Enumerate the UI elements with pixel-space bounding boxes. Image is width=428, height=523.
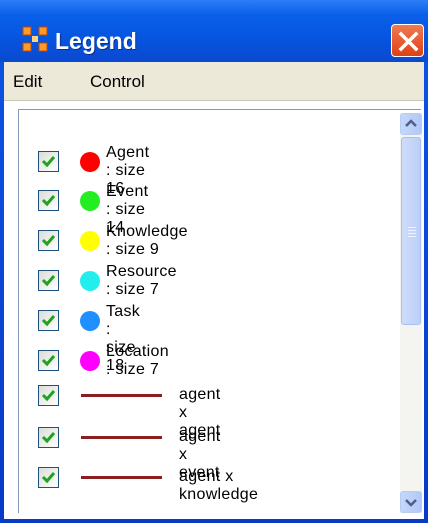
close-icon [398, 31, 419, 52]
legend-node-label: Location : size 7 [106, 343, 169, 378]
link-line-swatch [81, 436, 162, 439]
checkmark-icon [41, 390, 56, 402]
node-color-dot [80, 311, 100, 331]
node-color-dot [80, 351, 100, 371]
node-color-dot [80, 231, 100, 251]
checkmark-icon [41, 432, 56, 444]
legend-checkbox[interactable] [38, 427, 59, 448]
menu-edit[interactable]: Edit [13, 72, 42, 92]
four-dots-icon [22, 26, 48, 52]
legend-checkbox[interactable] [38, 385, 59, 406]
thumb-grip [408, 227, 416, 228]
legend-node-label: Knowledge : size 9 [106, 223, 188, 258]
scroll-up-button[interactable] [400, 113, 422, 135]
title-bar[interactable]: Legend [0, 0, 428, 62]
node-color-dot [80, 271, 100, 291]
legend-checkbox[interactable] [38, 151, 59, 172]
thumb-grip [408, 233, 416, 234]
menu-bar: Edit Control [4, 62, 424, 101]
legend-checkbox[interactable] [38, 270, 59, 291]
legend-checkbox[interactable] [38, 350, 59, 371]
checkmark-icon [41, 195, 56, 207]
legend-checkbox[interactable] [38, 467, 59, 488]
legend-checkbox[interactable] [38, 310, 59, 331]
menu-control[interactable]: Control [90, 72, 145, 92]
legend-window: Legend Edit Control Agent : size 16 Event… [0, 0, 428, 523]
checkmark-icon [41, 355, 56, 367]
close-button[interactable] [391, 24, 424, 57]
link-line-swatch [81, 394, 162, 397]
scroll-down-button[interactable] [400, 491, 422, 513]
checkmark-icon [41, 235, 56, 247]
thumb-grip [408, 236, 416, 237]
checkmark-icon [41, 315, 56, 327]
node-color-dot [80, 191, 100, 211]
legend-node-label: Resource : size 7 [106, 263, 177, 298]
vertical-scrollbar[interactable] [400, 113, 422, 513]
link-line-swatch [81, 476, 162, 479]
thumb-grip [408, 230, 416, 231]
legend-checkbox[interactable] [38, 230, 59, 251]
scroll-up-arrow-icon [405, 119, 417, 127]
legend-panel: Agent : size 16 Event : size 14 Knowledge … [4, 101, 424, 519]
legend-link-label: agent x knowledge [179, 468, 259, 503]
legend-checkbox[interactable] [38, 190, 59, 211]
node-color-dot [80, 152, 100, 172]
checkmark-icon [41, 275, 56, 287]
scroll-thumb[interactable] [401, 137, 421, 325]
checkmark-icon [41, 472, 56, 484]
window-title: Legend [55, 28, 137, 54]
scroll-down-arrow-icon [405, 499, 417, 507]
checkmark-icon [41, 156, 56, 168]
